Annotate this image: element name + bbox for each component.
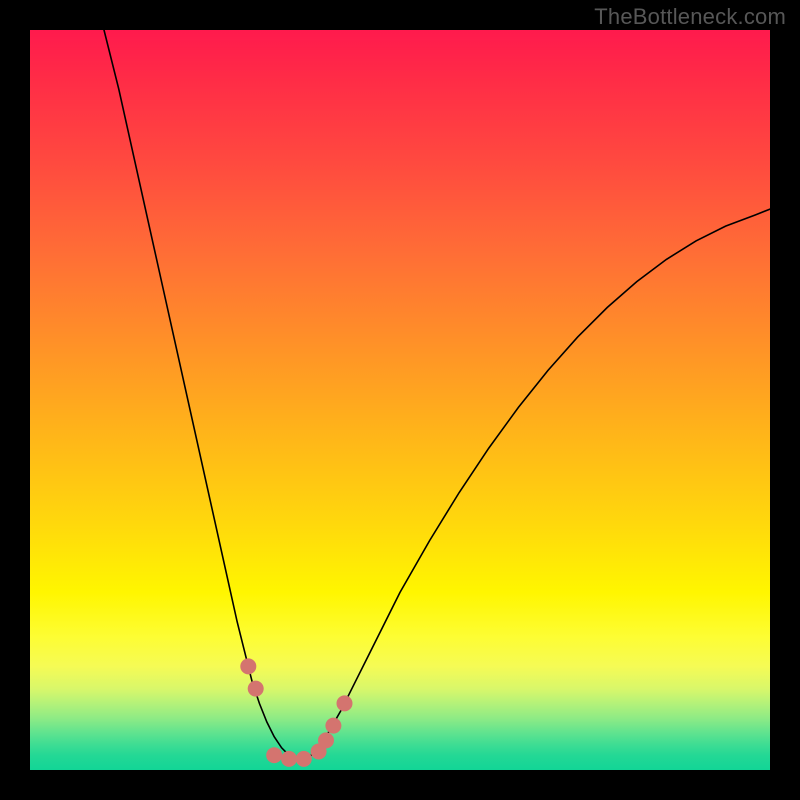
- curve-marker: [337, 695, 353, 711]
- curve-marker: [248, 681, 264, 697]
- watermark-text: TheBottleneck.com: [594, 4, 786, 30]
- curve-marker: [240, 658, 256, 674]
- curve-marker: [318, 732, 334, 748]
- bottleneck-curve: [30, 30, 770, 770]
- curve-markers: [240, 658, 352, 767]
- curve-line: [104, 30, 770, 759]
- curve-marker: [296, 751, 312, 767]
- plot-area: [30, 30, 770, 770]
- curve-marker: [266, 747, 282, 763]
- chart-frame: TheBottleneck.com: [0, 0, 800, 800]
- curve-marker: [325, 718, 341, 734]
- curve-marker: [281, 751, 297, 767]
